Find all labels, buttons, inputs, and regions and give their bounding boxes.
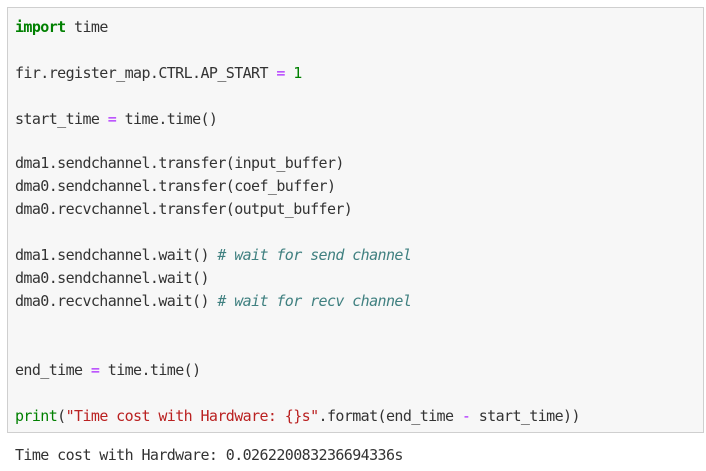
format-call-end: start_time))	[470, 407, 581, 425]
end-time-call: time.time()	[99, 361, 201, 379]
comment-wait-send: # wait for send channel	[217, 246, 412, 264]
code-line-dma1-send-transfer[interactable]: dma1.sendchannel.transfer(input_buffer)	[15, 153, 344, 173]
code-cell-editor[interactable]: import time fir.register_map.CTRL.AP_STA…	[7, 7, 704, 433]
notebook-page: import time fir.register_map.CTRL.AP_STA…	[0, 0, 706, 471]
comment-wait-recv: # wait for recv channel	[217, 292, 412, 310]
cell-output: Time cost with Hardware: 0.0262200832366…	[15, 446, 403, 464]
code-line-ap-start[interactable]: fir.register_map.CTRL.AP_START = 1	[15, 63, 302, 83]
import-module: time	[65, 18, 108, 36]
code-line-dma1-send-wait[interactable]: dma1.sendchannel.wait() # wait for send …	[15, 245, 412, 265]
code-line-dma0-send-wait[interactable]: dma0.sendchannel.wait()	[15, 268, 210, 288]
format-string: "Time cost with Hardware: {}s"	[65, 407, 320, 425]
code-line-dma0-send-transfer[interactable]: dma0.sendchannel.transfer(coef_buffer)	[15, 176, 336, 196]
code-line-dma0-recv-transfer[interactable]: dma0.recvchannel.transfer(output_buffer)	[15, 199, 353, 219]
code-line-end-time[interactable]: end_time = time.time()	[15, 360, 201, 380]
ap-start-value: 1	[293, 64, 302, 82]
open-paren: (	[57, 407, 66, 425]
assign-operator: =	[276, 64, 285, 82]
keyword-import: import	[15, 18, 66, 36]
code-line-dma0-recv-wait[interactable]: dma0.recvchannel.wait() # wait for recv …	[15, 291, 412, 311]
code-line-print[interactable]: print("Time cost with Hardware: {}s".for…	[15, 406, 581, 426]
dma1-send-wait-call: dma1.sendchannel.wait()	[15, 246, 218, 264]
start-time-call: time.time()	[116, 110, 218, 128]
ap-start-target: fir.register_map.CTRL.AP_START	[15, 64, 277, 82]
format-call: .format(end_time	[318, 407, 462, 425]
dma0-recv-wait-call: dma0.recvchannel.wait()	[15, 292, 218, 310]
end-time-var: end_time	[15, 361, 91, 379]
start-time-var: start_time	[15, 110, 108, 128]
code-line-import[interactable]: import time	[15, 17, 108, 37]
builtin-print: print	[15, 407, 58, 425]
assign-operator: =	[107, 110, 117, 128]
code-line-start-time[interactable]: start_time = time.time()	[15, 109, 218, 129]
